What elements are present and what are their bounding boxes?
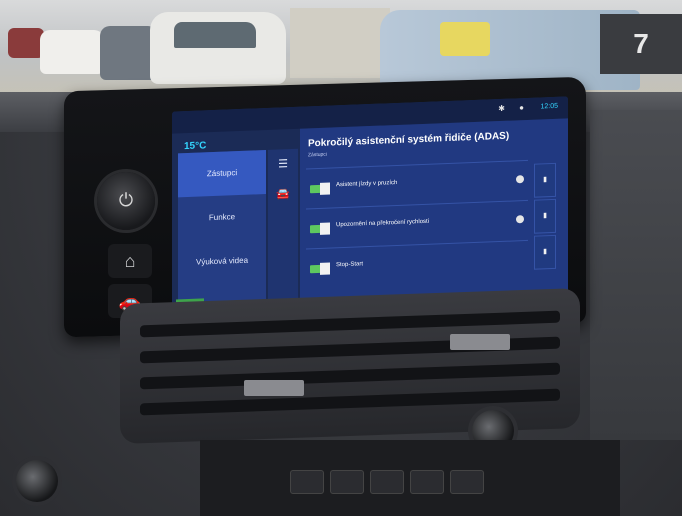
van-sticker — [440, 22, 490, 56]
console-button[interactable] — [370, 470, 404, 494]
nav-item-tutorial-videos[interactable]: Výuková videa — [178, 238, 266, 285]
van-windshield — [174, 22, 256, 48]
panel-subtitle: Zástupci — [308, 151, 327, 159]
building — [290, 8, 390, 78]
bookmark-icon[interactable]: ▮ — [534, 198, 556, 234]
infotainment-display: ✱ ● 12:05 15°C Zástupci Funkce Výuková v… — [172, 96, 568, 318]
row-label: Upozornění na překročení rychlosti — [336, 218, 430, 229]
toggle-speed-warning[interactable] — [310, 224, 328, 234]
dealer-sign: 7 — [600, 14, 682, 74]
dashboard-side-panel — [590, 110, 682, 440]
panel-title: Pokročilý asistenční systém řidiče (ADAS… — [308, 130, 510, 150]
parked-van-white — [150, 12, 286, 84]
parked-car-white — [40, 30, 104, 74]
toggle-lane-assist[interactable] — [310, 184, 328, 194]
console-button[interactable] — [410, 470, 444, 494]
power-icon: ⏻ — [118, 190, 134, 210]
sign-text: 7 — [633, 28, 649, 59]
row-label: Stop-Start — [336, 261, 364, 269]
left-vent-knob[interactable] — [16, 460, 58, 502]
row-label: Asistent jízdy v pruzích — [336, 179, 398, 189]
hamburger-icon[interactable]: ☰ — [268, 149, 298, 180]
setting-row-stop-start: Stop-Start — [306, 239, 528, 288]
icon-rail: ☰ 🚘 — [268, 148, 298, 310]
bookmark-icon[interactable]: ▮ — [534, 162, 556, 198]
vent-louver-left[interactable] — [244, 380, 304, 396]
home-button[interactable]: ⌂ — [108, 244, 152, 278]
console-button[interactable] — [450, 470, 484, 494]
bookmark-icon[interactable]: ▮ — [534, 234, 556, 270]
toggle-stop-start[interactable] — [310, 264, 328, 274]
status-icons: ✱ ● — [498, 102, 530, 114]
parked-car-red — [8, 28, 44, 58]
nav-item-shortcuts[interactable]: Zástupci — [178, 149, 266, 198]
vent-louver-right[interactable] — [450, 334, 510, 350]
nav-item-functions[interactable]: Funkce — [178, 194, 266, 241]
power-volume-knob[interactable]: ⏻ — [97, 172, 155, 230]
console-button[interactable] — [330, 470, 364, 494]
adas-panel: Pokročilý asistenční systém řidiče (ADAS… — [300, 118, 568, 313]
home-icon: ⌂ — [124, 251, 136, 271]
left-navigation: Zástupci Funkce Výuková videa — [178, 149, 266, 314]
info-icon[interactable] — [516, 215, 524, 224]
car-icon[interactable]: 🚘 — [268, 179, 298, 210]
outside-temperature: 15°C — [184, 140, 207, 153]
console-button[interactable] — [290, 470, 324, 494]
clock: 12:05 — [540, 102, 558, 111]
info-icon[interactable] — [516, 175, 524, 184]
car-interior-photo: 7 ⏻ ⌂ 🚗 ✱ ● 12:05 15°C Zástupci Funkce V… — [0, 0, 682, 516]
